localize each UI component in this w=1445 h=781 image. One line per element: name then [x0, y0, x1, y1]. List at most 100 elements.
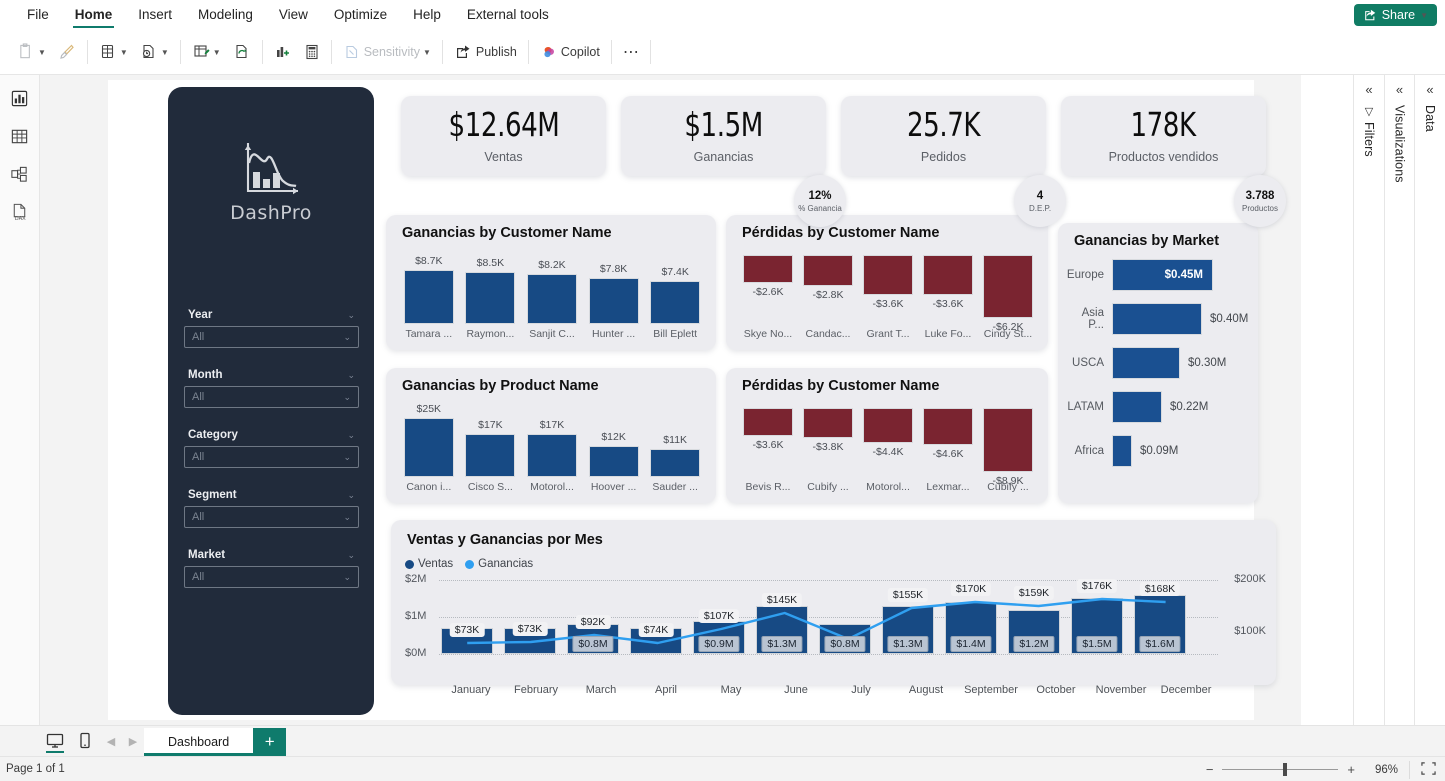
bar-item[interactable]: LATAM $0.22M: [1064, 391, 1208, 423]
fit-to-page-button[interactable]: [1409, 760, 1437, 779]
bar-rect[interactable]: [923, 255, 973, 295]
slicer-header[interactable]: Market ⌄: [184, 549, 359, 566]
bar-rect[interactable]: [803, 408, 853, 438]
bar-rect[interactable]: [465, 434, 516, 477]
bar-rect[interactable]: [1112, 303, 1202, 335]
new-measure-button[interactable]: [298, 35, 326, 69]
bar-item[interactable]: -$6.2K: [982, 255, 1034, 333]
get-data-button[interactable]: ▼: [93, 35, 134, 69]
zoom-slider-thumb[interactable]: [1282, 763, 1287, 776]
ribbon-tab-view[interactable]: View: [266, 0, 321, 30]
bar-item[interactable]: $25K: [403, 403, 455, 477]
kpi-card-ventas[interactable]: $12.64M Ventas: [401, 96, 606, 176]
report-view-button[interactable]: [4, 83, 36, 113]
bar-item[interactable]: $7.4K: [649, 266, 701, 324]
kpi-card-pedidos[interactable]: 25.7K Pedidos: [841, 96, 1046, 176]
bar-rect[interactable]: [863, 255, 913, 295]
kpi-badge-productos[interactable]: 3.788 Productos: [1234, 175, 1286, 227]
slicer-year[interactable]: Year ⌄ All ⌄: [184, 309, 359, 348]
format-painter-button[interactable]: [52, 35, 82, 69]
expand-visualizations-icon[interactable]: «: [1396, 83, 1403, 96]
bar-rect[interactable]: [803, 255, 853, 286]
zoom-slider[interactable]: [1222, 763, 1339, 776]
slicer-market[interactable]: Market ⌄ All ⌄: [184, 549, 359, 588]
bar-rect[interactable]: [863, 408, 913, 443]
ribbon-tab-help[interactable]: Help: [400, 0, 454, 30]
copilot-button[interactable]: Copilot: [534, 35, 606, 69]
slicer-dropdown[interactable]: All ⌄: [184, 566, 359, 588]
bar-item[interactable]: $7.8K: [588, 263, 640, 324]
bar-item[interactable]: -$3.8K: [802, 408, 854, 453]
previous-page-button[interactable]: ◀: [100, 735, 122, 756]
slicer-category[interactable]: Category ⌄ All ⌄: [184, 429, 359, 468]
page-tab-dashboard[interactable]: Dashboard: [144, 728, 254, 756]
kpi-badge-profit-pct[interactable]: 12% % Ganancia: [794, 175, 846, 227]
new-visual-button[interactable]: [268, 35, 298, 69]
kpi-card-productos-vendidos[interactable]: 178K Productos vendidos: [1061, 96, 1266, 176]
ribbon-tab-modeling[interactable]: Modeling: [185, 0, 266, 30]
bar-rect[interactable]: [465, 272, 516, 324]
kpi-badge-dep[interactable]: 4 D.E.P.: [1014, 175, 1066, 227]
bar-item[interactable]: -$4.4K: [862, 408, 914, 458]
ribbon-tab-home[interactable]: Home: [62, 0, 126, 30]
more-options-button[interactable]: ⋯: [617, 35, 645, 69]
bar-item[interactable]: $8.7K: [403, 255, 455, 324]
bar-item[interactable]: $8.5K: [464, 257, 516, 324]
recent-sources-button[interactable]: ▼: [134, 35, 175, 69]
kpi-card-ganancias[interactable]: $1.5M Ganancias: [621, 96, 826, 176]
share-button[interactable]: Share ▼: [1353, 4, 1437, 26]
slicer-dropdown[interactable]: All ⌄: [184, 326, 359, 348]
chevron-down-icon[interactable]: ⌄: [343, 572, 351, 583]
bar-item[interactable]: $11K: [649, 434, 701, 477]
ribbon-tab-file[interactable]: File: [14, 0, 62, 30]
bar-item[interactable]: Asia P... $0.40M: [1064, 303, 1248, 335]
zoom-out-button[interactable]: −: [1206, 762, 1214, 777]
bar-item[interactable]: Africa $0.09M: [1064, 435, 1178, 467]
bar-rect[interactable]: [588, 278, 639, 324]
add-page-button[interactable]: +: [253, 728, 287, 756]
bar-item[interactable]: Europe $0.45M: [1064, 259, 1213, 291]
bar-item[interactable]: -$8.9K: [982, 408, 1034, 487]
next-page-button[interactable]: ▶: [122, 735, 144, 756]
slicer-header[interactable]: Category ⌄: [184, 429, 359, 446]
visual-perdidas-by-customer-top[interactable]: Pérdidas by Customer Name -$2.6K -$2.8K …: [726, 215, 1048, 350]
desktop-layout-button[interactable]: [40, 725, 70, 756]
ribbon-tab-insert[interactable]: Insert: [125, 0, 185, 30]
bar-rect[interactable]: [743, 255, 793, 283]
expand-data-icon[interactable]: «: [1426, 83, 1433, 96]
chevron-down-icon[interactable]: ⌄: [347, 310, 355, 321]
bar-rect[interactable]: [923, 408, 973, 445]
bar-item[interactable]: -$4.6K: [922, 408, 974, 460]
bar-rect[interactable]: [1112, 347, 1180, 379]
bar-item[interactable]: -$2.6K: [742, 255, 794, 298]
legend-item-ventas[interactable]: Ventas: [405, 558, 453, 570]
bar-rect[interactable]: [743, 408, 793, 436]
mobile-layout-button[interactable]: [70, 725, 100, 756]
ribbon-tab-optimize[interactable]: Optimize: [321, 0, 400, 30]
legend-item-ganancias[interactable]: Ganancias: [465, 558, 533, 570]
bar-rect[interactable]: [588, 446, 639, 477]
slicer-header[interactable]: Year ⌄: [184, 309, 359, 326]
bar-item[interactable]: USCA $0.30M: [1064, 347, 1226, 379]
slicer-dropdown[interactable]: All ⌄: [184, 446, 359, 468]
bar-rect[interactable]: [1112, 391, 1162, 423]
bar-rect[interactable]: $0.45M: [1112, 259, 1213, 291]
refresh-button[interactable]: [227, 35, 257, 69]
expand-filters-icon[interactable]: «: [1365, 83, 1372, 96]
slicer-header[interactable]: Segment ⌄: [184, 489, 359, 506]
model-view-button[interactable]: [4, 159, 36, 189]
visual-ganancias-by-product[interactable]: Ganancias by Product Name $25K $17K $17K: [386, 368, 716, 503]
sensitivity-button[interactable]: Sensitivity ▼: [337, 35, 437, 69]
chevron-down-icon[interactable]: ⌄: [343, 332, 351, 343]
bar-item[interactable]: -$3.6K: [862, 255, 914, 310]
chevron-down-icon[interactable]: ⌄: [343, 392, 351, 403]
chevron-down-icon[interactable]: ⌄: [347, 370, 355, 381]
ribbon-tab-external-tools[interactable]: External tools: [454, 0, 562, 30]
chevron-down-icon[interactable]: ⌄: [347, 550, 355, 561]
data-pane[interactable]: « Data: [1414, 75, 1445, 725]
visual-ventas-y-ganancias-por-mes[interactable]: Ventas y Ganancias por Mes Ventas Gananc…: [391, 520, 1276, 696]
bar-item[interactable]: -$3.6K: [742, 408, 794, 451]
bar-item[interactable]: $12K: [588, 431, 640, 477]
paste-button[interactable]: ▼: [12, 35, 52, 69]
dax-query-view-button[interactable]: DAX: [4, 197, 36, 227]
